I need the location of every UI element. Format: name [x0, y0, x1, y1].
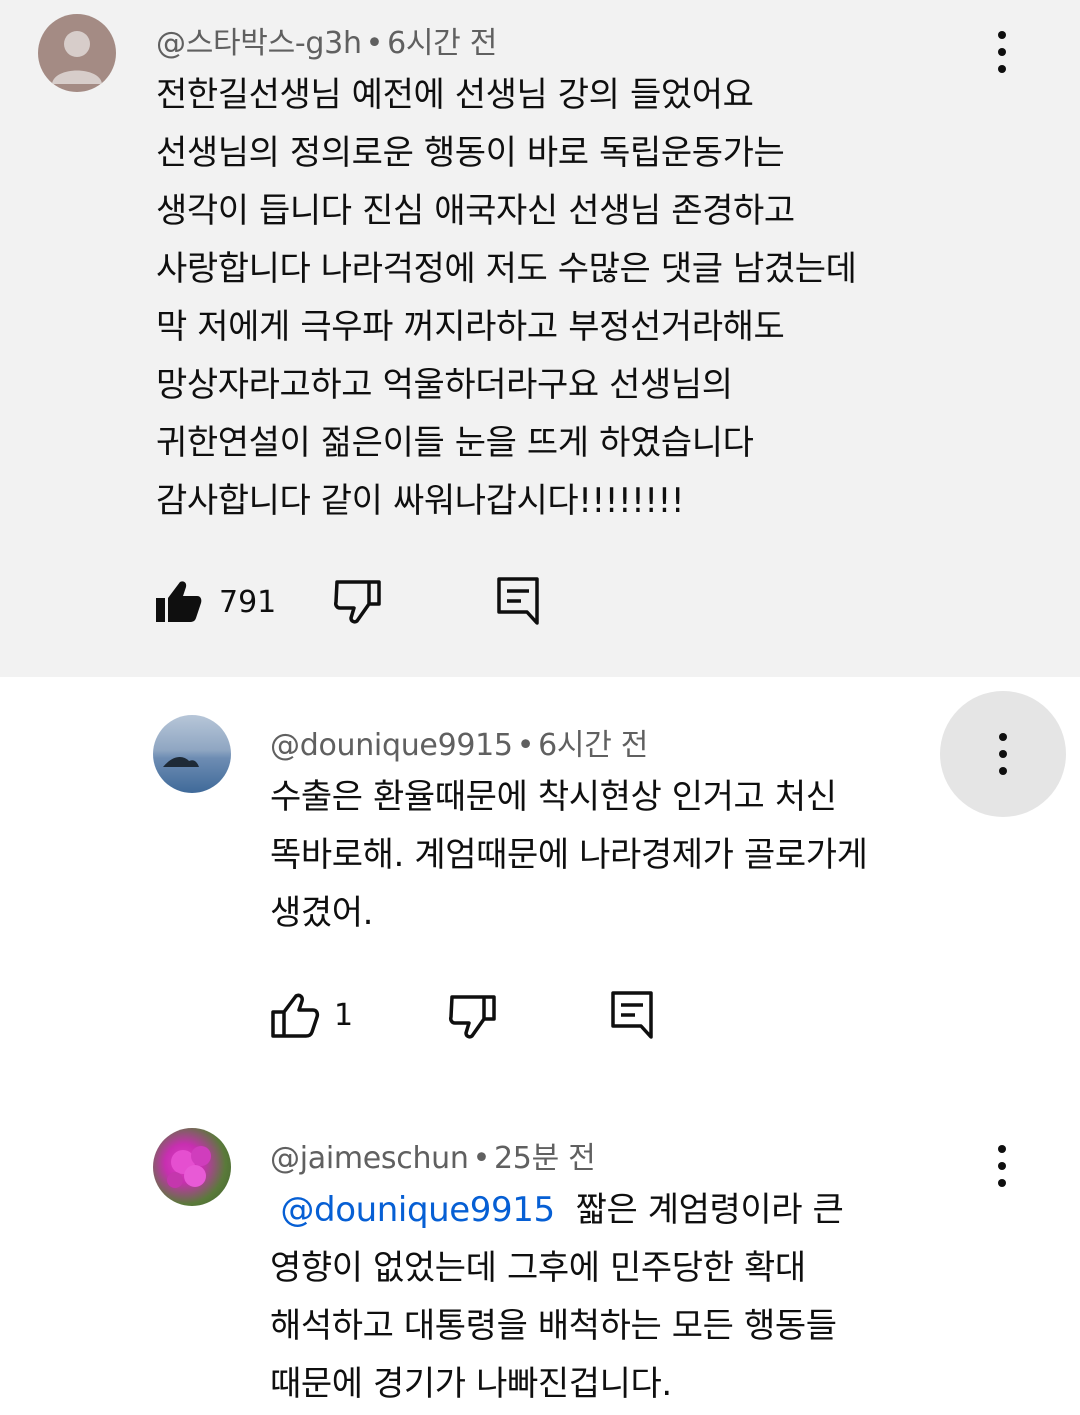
reply-time: 25분 전 — [494, 1141, 596, 1176]
reply-time: 6시간 전 — [538, 728, 649, 763]
reply-line: 똑바로해. 계엄때문에 나라경제가 골로가게 — [270, 835, 868, 875]
reply-button[interactable] — [496, 576, 540, 626]
reply-button[interactable] — [610, 990, 654, 1040]
comment-line: 망상자라고하고 억울하더라구요 선생님의 — [156, 365, 733, 405]
reply-meta: @jaimeschun • 25분 전 — [270, 1133, 596, 1177]
avatar[interactable] — [153, 715, 231, 793]
reply-comment-icon — [611, 991, 653, 1039]
comment-text: 전한길선생님 예전에 선생님 강의 들었어요 선생님의 정의로운 행동이 바로 … — [156, 66, 857, 530]
like-count: 791 — [219, 585, 277, 620]
reply-text: @dounique9915 짧은 계엄령이라 큰 영향이 없었는데 그후에 민주… — [270, 1181, 844, 1413]
more-options-button[interactable] — [982, 22, 1022, 82]
reply-meta: @dounique9915 • 6시간 전 — [270, 720, 648, 764]
more-vert-icon — [998, 1145, 1006, 1153]
reply-line-text: 짧은 계엄령이라 큰 — [575, 1190, 844, 1230]
reply-line: 해석하고 대통령을 배척하는 모든 행동들 — [270, 1306, 837, 1346]
like-button[interactable] — [154, 578, 204, 626]
reply-author[interactable]: @dounique9915 — [270, 728, 513, 763]
reply-line: 수출은 환율때문에 착시현상 인거고 처신 — [270, 777, 837, 817]
thumb-down-outline-icon — [449, 995, 496, 1039]
reply-author[interactable]: @jaimeschun — [270, 1141, 469, 1176]
thumb-up-outline-icon — [271, 993, 320, 1038]
reply-line: @dounique9915 짧은 계엄령이라 큰 — [270, 1181, 843, 1239]
thumb-down-outline-icon — [334, 580, 381, 624]
more-options-button[interactable] — [940, 691, 1066, 817]
comment-meta: @스타박스-g3h • 6시간 전 — [156, 18, 497, 62]
more-vert-icon — [998, 31, 1006, 39]
comment-line: 감사합니다 같이 싸워나갑시다!!!!!!!! — [156, 481, 685, 521]
reply-line: 때문에 경기가 나빠진겁니다. — [270, 1364, 672, 1404]
dislike-button[interactable] — [333, 578, 383, 626]
island-landscape-image — [163, 757, 199, 767]
comment-line: 귀한연설이 젊은이들 눈을 뜨게 하였습니다 — [156, 423, 754, 463]
reply-comment-icon — [497, 577, 539, 625]
like-count: 1 — [334, 998, 354, 1033]
avatar[interactable] — [38, 14, 116, 92]
avatar[interactable] — [153, 1128, 231, 1206]
comment-time: 6시간 전 — [387, 26, 498, 61]
comment-line: 전한길선생님 예전에 선생님 강의 들었어요 — [156, 75, 754, 115]
meta-separator: • — [365, 26, 384, 61]
comment-author[interactable]: @스타박스-g3h — [156, 26, 362, 61]
more-vert-icon — [999, 733, 1007, 741]
mention-link[interactable]: @dounique9915 — [280, 1190, 555, 1230]
reply-line: 생겼어. — [270, 893, 374, 933]
flower-image — [167, 1146, 211, 1188]
comment-line: 선생님의 정의로운 행동이 바로 독립운동가는 — [156, 133, 785, 173]
reply-text: 수출은 환율때문에 착시현상 인거고 처신 똑바로해. 계엄때문에 나라경제가 … — [270, 768, 868, 942]
comment-line: 막 저에게 극우파 꺼지라하고 부정선거라해도 — [156, 307, 785, 347]
comment-line: 생각이 듭니다 진심 애국자신 선생님 존경하고 — [156, 191, 795, 231]
thumb-up-filled-icon — [156, 581, 202, 622]
comment-line: 사랑합니다 나라걱정에 저도 수많은 댓글 남겼는데 — [156, 249, 857, 289]
meta-separator: • — [516, 728, 535, 763]
more-options-button[interactable] — [982, 1136, 1022, 1196]
reply-line: 영향이 없었는데 그후에 민주당한 확대 — [270, 1248, 806, 1288]
person-avatar-icon — [52, 31, 102, 84]
dislike-button[interactable] — [448, 993, 498, 1041]
like-button[interactable] — [270, 992, 320, 1040]
meta-separator: • — [472, 1141, 491, 1176]
